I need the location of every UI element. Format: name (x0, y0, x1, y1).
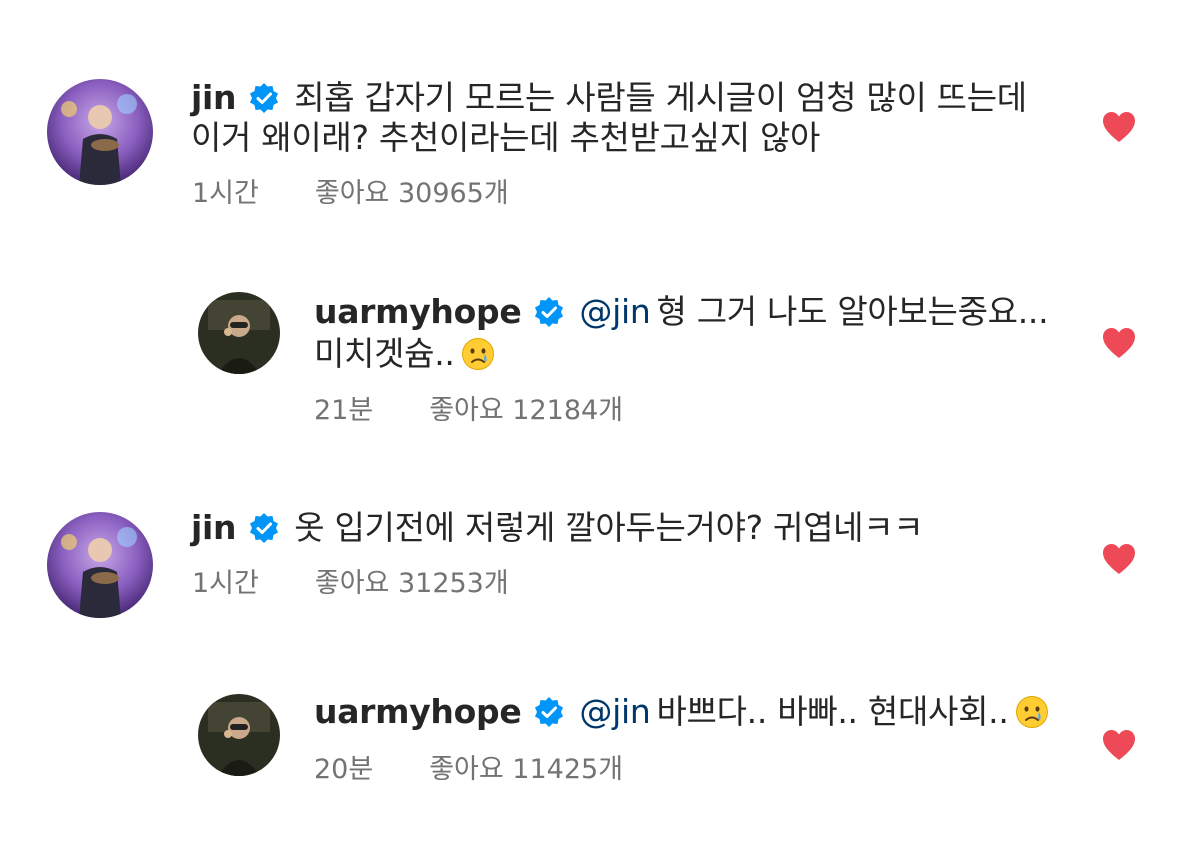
avatar-uarmyhope-image (198, 292, 280, 374)
comment-3-meta: 1시간 좋아요 31253개 (192, 567, 509, 601)
comment-2-username[interactable]: uarmyhope (314, 292, 522, 331)
verified-badge-icon (250, 83, 279, 113)
comment-1-text-2: 이거 왜이래? 추천이라는데 추천받고싶지 않아 (191, 118, 821, 157)
avatar-uarmyhope-image (198, 694, 280, 776)
avatar-jin-image (47, 512, 153, 618)
verified-badge-icon (535, 697, 564, 727)
crying-face-emoji (461, 338, 494, 370)
comment-2-time: 21분 (314, 395, 374, 426)
comment-1-likes[interactable]: 좋아요 30965개 (315, 178, 509, 209)
comment-4-text-1: 바쁘다.. 바빠.. 현대사회.. (656, 692, 1009, 731)
comment-3-likes[interactable]: 좋아요 31253개 (315, 568, 509, 599)
comment-4-likes[interactable]: 좋아요 11425개 (429, 754, 623, 785)
avatar-uarmyhope[interactable] (198, 292, 280, 374)
heart-icon[interactable] (1101, 110, 1137, 144)
verified-badge-icon (535, 297, 564, 327)
comment-3-time: 1시간 (192, 568, 259, 599)
comment-2-text-2: 미치겟슘.. (314, 334, 455, 373)
comment-1-text-1: 죄홉 갑자기 모르는 사람들 게시글이 엄청 많이 뜨는데 (294, 78, 1027, 117)
avatar-jin-image (47, 79, 153, 185)
crying-face-emoji (1015, 696, 1048, 728)
comment-1: jin 죄홉 갑자기 모르는 사람들 게시글이 엄청 많이 뜨는데 이거 왜이래?… (0, 0, 1200, 230)
comment-4-time: 20분 (314, 754, 374, 785)
verified-badge-icon (250, 513, 279, 543)
heart-icon[interactable] (1101, 728, 1137, 762)
comment-3-username[interactable]: jin (191, 508, 237, 547)
comment-3: jin 옷 입기전에 저렇게 깔아두는거야? 귀엽네ㅋㅋ 1시간 좋아요 31253… (0, 450, 1200, 640)
avatar-uarmyhope[interactable] (198, 694, 280, 776)
comment-4: uarmyhope @jin 바쁘다.. 바빠.. 현대사회.. 20분 좋아요 11… (0, 640, 1200, 841)
comment-2-meta: 21분 좋아요 12184개 (314, 394, 623, 428)
comment-3-line-1: jin 옷 입기전에 저렇게 깔아두는거야? 귀엽네ㅋㅋ (191, 506, 924, 550)
comment-3-text-1: 옷 입기전에 저렇게 깔아두는거야? 귀엽네ㅋㅋ (294, 508, 924, 547)
heart-icon[interactable] (1101, 542, 1137, 576)
comment-1-line-1: jin 죄홉 갑자기 모르는 사람들 게시글이 엄청 많이 뜨는데 (191, 76, 1027, 120)
avatar-jin[interactable] (47, 512, 153, 618)
comment-1-username[interactable]: jin (191, 78, 237, 117)
comment-1-line-2: 이거 왜이래? 추천이라는데 추천받고싶지 않아 (191, 116, 820, 160)
comment-2-text-1: 형 그거 나도 알아보는중요... (656, 292, 1049, 331)
comment-4-username[interactable]: uarmyhope (314, 692, 522, 731)
avatar-jin[interactable] (47, 79, 153, 185)
comment-4-mention[interactable]: @jin (579, 692, 650, 731)
comment-1-meta: 1시간 좋아요 30965개 (192, 177, 509, 211)
comment-2: uarmyhope @jin 형 그거 나도 알아보는중요... 미치겟슘.. 21… (0, 230, 1200, 450)
comment-2-likes[interactable]: 좋아요 12184개 (429, 395, 623, 426)
heart-icon[interactable] (1101, 326, 1137, 360)
comment-4-meta: 20분 좋아요 11425개 (314, 753, 623, 787)
comment-1-time: 1시간 (192, 178, 259, 209)
comment-4-line-1: uarmyhope @jin 바쁘다.. 바빠.. 현대사회.. (314, 690, 1049, 734)
comment-2-line-2: 미치겟슘.. (314, 332, 495, 376)
comment-2-line-1: uarmyhope @jin 형 그거 나도 알아보는중요... (314, 290, 1049, 334)
comment-2-mention[interactable]: @jin (579, 292, 650, 331)
